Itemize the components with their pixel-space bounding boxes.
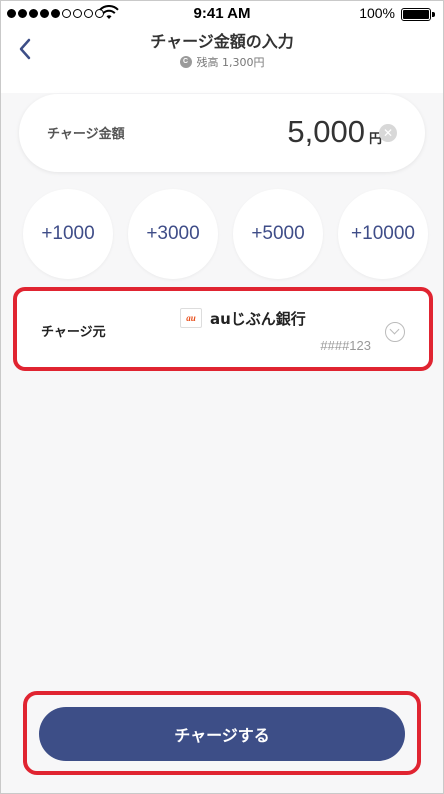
battery-percent: 100%	[359, 5, 395, 21]
add-10000-button[interactable]: +10000	[338, 189, 428, 279]
header: チャージ金額の入力 C 残高 1,300円	[1, 27, 443, 93]
balance-text: 残高 1,300円	[196, 56, 265, 69]
charge-button-highlight: チャージする	[23, 691, 421, 775]
battery-icon	[401, 8, 435, 21]
balance-line: C 残高 1,300円	[1, 54, 443, 70]
clear-icon[interactable]: ✕	[379, 124, 397, 142]
charge-source-selector[interactable]: チャージ元 au auじぶん銀行 ####123	[13, 287, 433, 371]
source-label: チャージ元	[41, 325, 106, 340]
account-number: ####123	[320, 338, 371, 353]
bank-name: auじぶん銀行	[210, 310, 306, 328]
coin-icon: C	[179, 56, 192, 68]
bank-logo: au	[180, 308, 202, 328]
chevron-down-icon[interactable]	[385, 322, 405, 342]
add-3000-button[interactable]: +3000	[128, 189, 218, 279]
quick-add-row: +1000 +3000 +5000 +10000	[1, 189, 443, 279]
amount-value[interactable]: 5,000	[287, 114, 365, 150]
app-frame: 9:41 AM 100% チャージ金額の入力 C 残高 1,300円 チャージ金…	[0, 0, 444, 794]
amount-label: チャージ金額	[47, 127, 125, 142]
charge-button[interactable]: チャージする	[39, 707, 405, 761]
status-bar: 9:41 AM 100%	[1, 1, 443, 27]
add-5000-button[interactable]: +5000	[233, 189, 323, 279]
page-title: チャージ金額の入力	[150, 32, 294, 51]
charge-amount-field[interactable]: チャージ金額 5,000 円 ✕	[19, 94, 425, 172]
add-1000-button[interactable]: +1000	[23, 189, 113, 279]
